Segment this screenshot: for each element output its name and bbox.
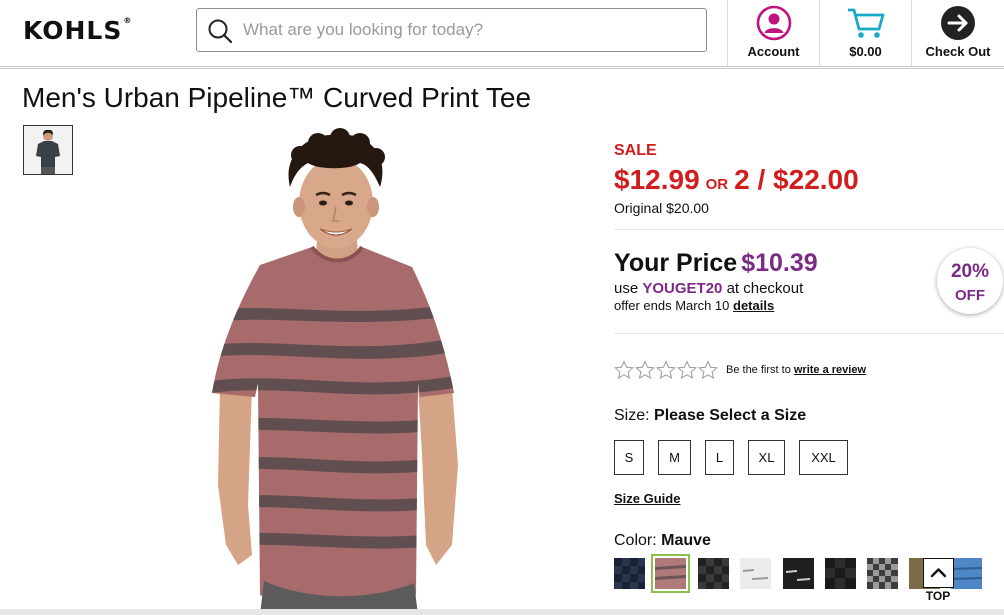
sale-label: SALE xyxy=(614,142,657,159)
your-price-value: $10.39 xyxy=(741,249,818,277)
swatch-charcoal-check[interactable] xyxy=(698,558,729,589)
star-empty-icon xyxy=(677,360,697,380)
swatch-charcoal-dark[interactable] xyxy=(825,558,856,589)
use-suffix: at checkout xyxy=(726,280,804,297)
size-label: Size: xyxy=(614,407,650,424)
badge-percent: 20% xyxy=(950,261,990,282)
rating-stars xyxy=(614,360,718,380)
arrow-right-icon xyxy=(941,6,975,40)
offer-expiry: offer ends March 10 details xyxy=(614,298,774,313)
product-image xyxy=(212,128,458,615)
back-to-top-label: TOP xyxy=(925,589,951,603)
cart-icon xyxy=(847,8,884,38)
offer-text: offer ends March 10 xyxy=(614,298,730,313)
size-option-m[interactable]: M xyxy=(658,440,691,475)
size-option-xxl[interactable]: XXL xyxy=(799,440,848,475)
multi-buy-price: 2 / $22.00 xyxy=(734,164,859,195)
chevron-up-icon xyxy=(930,568,946,578)
star-empty-icon xyxy=(656,360,676,380)
write-review-link[interactable]: write a review xyxy=(794,364,866,376)
your-price-label: Your Price xyxy=(614,249,738,277)
color-header: Color: Mauve xyxy=(614,532,711,550)
star-empty-icon xyxy=(698,360,718,380)
review-prompt: Be the first to write a review xyxy=(726,364,866,376)
size-options: S M L XL XXL xyxy=(614,440,848,475)
your-price: Your Price $10.39 xyxy=(614,249,818,278)
checkout-label: Check Out xyxy=(925,44,991,59)
search-bar[interactable] xyxy=(196,8,707,52)
size-option-s[interactable]: S xyxy=(614,440,644,475)
cart-total: $0.00 xyxy=(849,44,882,59)
price-row: $12.99 OR 2 / $22.00 xyxy=(614,164,859,196)
size-option-l[interactable]: L xyxy=(705,440,734,475)
star-empty-icon xyxy=(635,360,655,380)
site-header: KOHLS® Account $0.00 Check Out xyxy=(0,0,1004,66)
promo-code: YOUGET20 xyxy=(642,280,723,297)
product-title: Men's Urban Pipeline™ Curved Print Tee xyxy=(22,82,532,113)
bottom-scroll-strip xyxy=(0,609,1004,615)
star-empty-icon xyxy=(614,360,634,380)
cart-button[interactable]: $0.00 xyxy=(819,0,911,66)
badge-off: OFF xyxy=(955,287,985,304)
swatch-black-print[interactable] xyxy=(783,558,814,589)
use-prefix: use xyxy=(614,280,639,297)
thumbnail-image xyxy=(24,126,72,174)
search-input[interactable] xyxy=(241,15,691,45)
swatch-navy-check[interactable] xyxy=(614,558,645,589)
color-selected-value: Mauve xyxy=(661,532,711,549)
checkout-button[interactable]: Check Out xyxy=(911,0,1004,66)
original-price: Original $20.00 xyxy=(614,200,709,216)
swatch-blue-stripe[interactable] xyxy=(951,558,982,589)
divider xyxy=(614,333,1004,334)
product-thumbnail[interactable] xyxy=(23,125,73,175)
review-prefix: Be the first to xyxy=(726,364,791,376)
account-label: Account xyxy=(747,44,800,59)
size-header: Size: Please Select a Size xyxy=(614,407,806,425)
or-label: OR xyxy=(705,176,729,193)
size-selected-value: Please Select a Size xyxy=(654,407,807,424)
sale-price: $12.99 xyxy=(614,164,700,195)
discount-badge: 20% OFF xyxy=(937,248,1003,314)
swatch-white-print[interactable] xyxy=(740,558,771,589)
header-divider xyxy=(0,66,1004,69)
back-to-top-box xyxy=(922,558,954,588)
search-icon xyxy=(208,19,233,44)
account-button[interactable]: Account xyxy=(727,0,819,66)
divider xyxy=(614,229,1004,230)
account-icon xyxy=(756,5,791,41)
swatch-mauve[interactable] xyxy=(651,554,690,593)
offer-details-link[interactable]: details xyxy=(733,298,774,313)
promo-instructions: use YOUGET20 at checkout xyxy=(614,280,803,297)
size-option-xl[interactable]: XL xyxy=(748,440,785,475)
kohls-logo[interactable]: KOHLS® xyxy=(23,16,132,45)
color-label: Color: xyxy=(614,532,657,549)
size-guide-link[interactable]: Size Guide xyxy=(614,491,680,506)
back-to-top-button[interactable]: TOP xyxy=(922,558,954,603)
swatch-gray-check[interactable] xyxy=(867,558,898,589)
